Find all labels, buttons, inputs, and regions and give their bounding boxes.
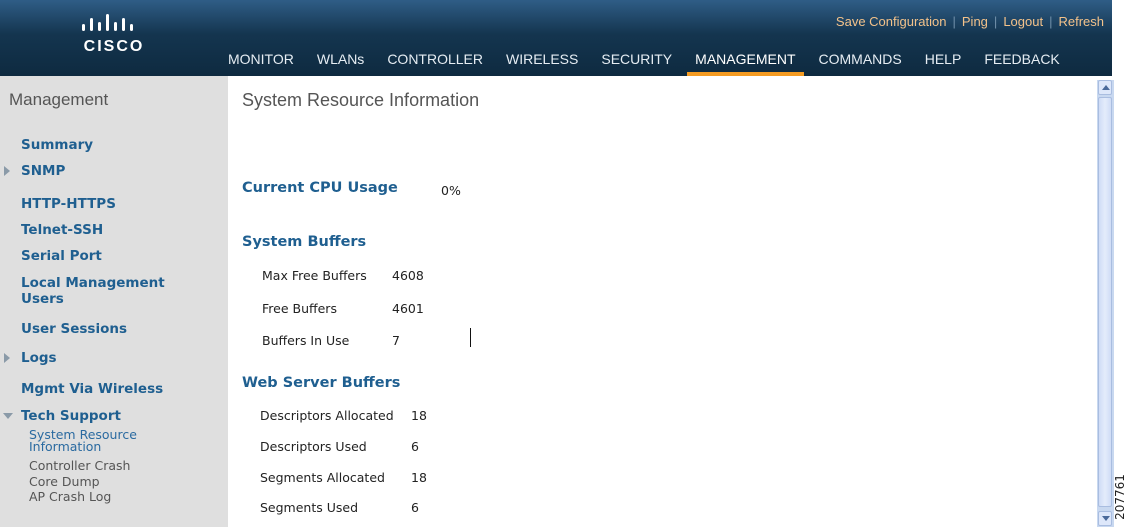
ping-link[interactable]: Ping (962, 14, 988, 29)
sidebar-item-telnet-ssh[interactable]: Telnet-SSH (21, 222, 103, 238)
sidebar-item-mgmt-via-wireless[interactable]: Mgmt Via Wireless (21, 381, 163, 397)
sidebar-item-label: Tech Support (21, 408, 121, 424)
free-buffers-value: 4601 (392, 301, 424, 316)
segments-allocated-value: 18 (411, 470, 427, 485)
page-title: System Resource Information (242, 90, 480, 110)
descriptors-allocated-label: Descriptors Allocated (260, 408, 394, 423)
menu-controller[interactable]: CONTROLLER (387, 47, 483, 71)
descriptors-used-label: Descriptors Used (260, 439, 367, 454)
segments-used-value: 6 (411, 500, 419, 515)
sidebar-item-tech-support[interactable]: Tech Support (3, 408, 121, 424)
sidebar-item-label: Logs (21, 350, 57, 366)
sidebar-item-snmp[interactable]: SNMP (4, 163, 66, 179)
menu-management[interactable]: MANAGEMENT (687, 47, 804, 76)
subitem-label-line2: Information (29, 439, 102, 454)
right-margin (1114, 0, 1135, 527)
utility-links: Save Configuration | Ping | Logout | Refresh (835, 14, 1104, 29)
menu-commands[interactable]: COMMANDS (819, 47, 902, 71)
sidebar-item-local-management-users[interactable]: Local Management Users (21, 275, 165, 307)
scrollbar-thumb[interactable] (1098, 97, 1112, 507)
menu-security[interactable]: SECURITY (601, 47, 672, 71)
save-configuration-link[interactable]: Save Configuration (836, 14, 947, 29)
expand-arrow-icon (4, 353, 10, 363)
web-server-buffers-heading: Web Server Buffers (242, 375, 401, 391)
buffers-in-use-label: Buffers In Use (262, 333, 350, 348)
cisco-bars-icon (82, 14, 133, 31)
vertical-scrollbar[interactable] (1097, 80, 1114, 527)
descriptors-allocated-value: 18 (411, 408, 427, 423)
scroll-up-button[interactable] (1098, 80, 1112, 95)
cisco-logo: CISCO (60, 12, 168, 56)
refresh-link[interactable]: Refresh (1058, 14, 1104, 29)
buffers-in-use-value: 7 (392, 333, 400, 348)
descriptors-used-value: 6 (411, 439, 419, 454)
subitem-ap-crash-log[interactable]: AP Crash Log (29, 490, 111, 503)
sidebar-item-label-line2: Users (21, 291, 64, 307)
chevron-down-icon (1102, 516, 1110, 521)
text-cursor (470, 328, 471, 347)
sidebar-item-http-https[interactable]: HTTP-HTTPS (21, 196, 116, 212)
menu-wireless[interactable]: WIRELESS (506, 47, 578, 71)
logout-link[interactable]: Logout (1003, 14, 1043, 29)
scroll-down-button[interactable] (1098, 511, 1112, 526)
sidebar-item-logs[interactable]: Logs (4, 350, 57, 366)
figure-reference: 207761 (1112, 470, 1135, 530)
system-buffers-heading: System Buffers (242, 234, 367, 250)
sidebar-item-summary[interactable]: Summary (21, 137, 93, 153)
main-menu: MONITOR WLANs CONTROLLER WIRELESS SECURI… (228, 47, 1060, 76)
sidebar-item-label: SNMP (21, 163, 66, 179)
menu-help[interactable]: HELP (925, 47, 962, 71)
collapse-arrow-icon (3, 413, 13, 419)
menu-monitor[interactable]: MONITOR (228, 47, 294, 71)
top-banner: CISCO Save Configuration | Ping | Logout | Ref… (0, 0, 1112, 76)
figure-reference-number: 207761 (1112, 474, 1127, 520)
segments-allocated-label: Segments Allocated (260, 470, 385, 485)
segments-used-label: Segments Used (260, 500, 359, 515)
max-free-buffers-value: 4608 (392, 268, 424, 283)
subitem-core-dump[interactable]: Core Dump (29, 475, 100, 488)
sidebar: Management Summary SNMP HTTP-HTTPS Telne… (0, 76, 228, 527)
chevron-up-icon (1102, 85, 1110, 90)
subitem-system-resource-information[interactable]: System Resource Information (29, 428, 137, 454)
menu-wlans[interactable]: WLANs (317, 47, 364, 71)
cisco-wordmark: CISCO (83, 38, 145, 55)
subitem-controller-crash[interactable]: Controller Crash (29, 459, 130, 472)
sidebar-item-serial-port[interactable]: Serial Port (21, 248, 102, 264)
cpu-usage-value: 0% (441, 183, 461, 198)
menu-feedback[interactable]: FEEDBACK (984, 47, 1059, 71)
max-free-buffers-label: Max Free Buffers (262, 268, 367, 283)
cpu-usage-label: Current CPU Usage (242, 180, 398, 196)
expand-arrow-icon (4, 166, 10, 176)
sidebar-item-label-line1: Local Management (21, 275, 165, 291)
free-buffers-label: Free Buffers (262, 301, 337, 316)
sidebar-item-user-sessions[interactable]: User Sessions (21, 321, 127, 337)
sidebar-title: Management (9, 90, 109, 109)
